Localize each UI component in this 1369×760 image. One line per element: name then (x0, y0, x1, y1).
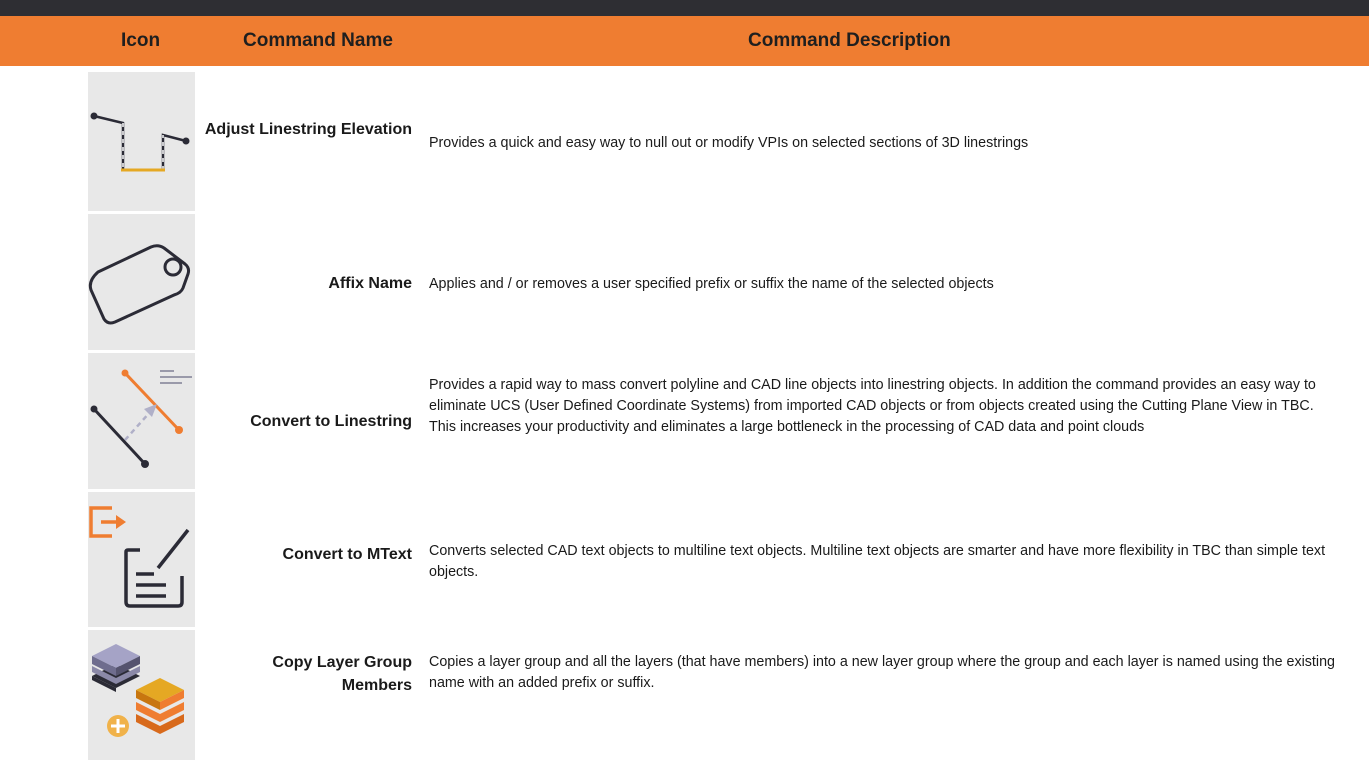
table-row: Convert to Linestring Provides a rapid w… (0, 353, 1369, 489)
copy-layer-group-members-icon (88, 630, 195, 760)
command-description: Provides a rapid way to mass convert pol… (429, 377, 1316, 435)
command-name: Affix Name (328, 275, 412, 292)
command-name: Copy Layer Group Members (272, 654, 412, 694)
convert-to-linestring-icon (88, 353, 195, 489)
adjust-linestring-elevation-icon (88, 72, 195, 211)
header-description-column: Command Description (748, 30, 951, 51)
convert-to-mtext-icon (88, 492, 195, 627)
command-name: Convert to Linestring (250, 413, 412, 430)
affix-name-tag-icon (88, 214, 195, 350)
command-description: Converts selected CAD text objects to mu… (429, 543, 1326, 580)
table-row: Copy Layer Group Members Copies a layer … (0, 630, 1369, 760)
table-row: Affix Name Applies and / or removes a us… (0, 214, 1369, 350)
command-name: Convert to MText (282, 546, 412, 563)
command-name: Adjust Linestring Elevation (204, 121, 412, 138)
table-row: Convert to MText Converts selected CAD t… (0, 492, 1369, 627)
command-description: Applies and / or removes a user specifie… (429, 276, 994, 292)
top-bar (0, 0, 1369, 16)
command-description: Copies a layer group and all the layers … (429, 654, 1335, 691)
table-row: Adjust Linestring Elevation Provides a q… (0, 72, 1369, 211)
header-icon-column: Icon (121, 30, 161, 51)
header-name-column: Command Name (243, 30, 393, 51)
table-header: Icon Command Name Command Description (0, 16, 1369, 66)
command-description: Provides a quick and easy way to null ou… (429, 135, 1029, 151)
